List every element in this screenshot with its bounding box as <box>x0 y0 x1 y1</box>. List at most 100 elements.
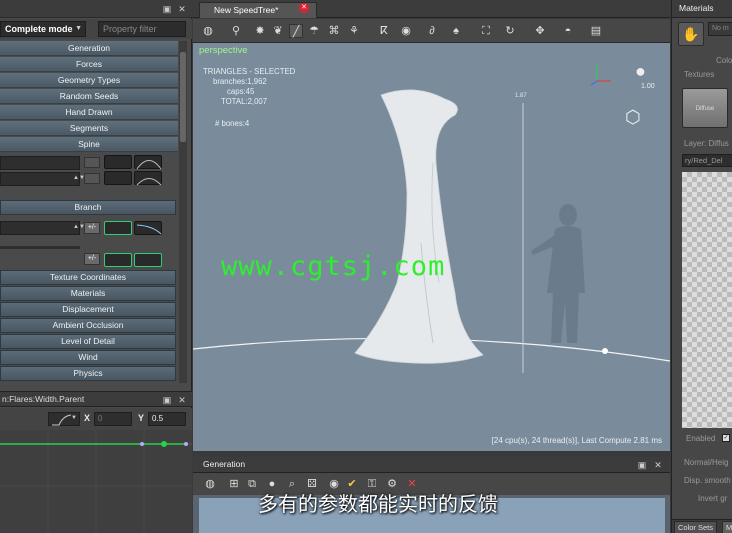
generation-panel-title: Generation <box>203 459 246 469</box>
curve-preview[interactable] <box>104 171 132 185</box>
float-panel-icon[interactable]: ▣ <box>162 395 172 405</box>
close-icon[interactable]: ✕ <box>177 395 187 405</box>
stepper-icon[interactable]: ▲▼ <box>73 173 85 183</box>
section-materials[interactable]: Materials <box>0 286 176 301</box>
plus-minus-button[interactable]: +/- <box>84 222 100 234</box>
section-displacement[interactable]: Displacement <box>0 302 176 317</box>
property-field[interactable] <box>0 156 80 170</box>
property-filter-input[interactable]: Property filter <box>98 21 186 37</box>
menu-item-spine[interactable]: Spine <box>0 137 178 152</box>
diffuse-texture-slot[interactable]: Diffuse <box>682 88 728 128</box>
generator-icon[interactable]: ⊞ <box>227 477 241 491</box>
curve-editor-header: n:Flares:Width.Parent ▣ ✕ <box>0 391 192 407</box>
leaf-icon[interactable]: ✸ <box>253 24 267 38</box>
disp-smooth-label: Disp. smooth <box>684 476 731 485</box>
lasso-icon[interactable]: ∂ <box>425 24 439 38</box>
menu-item-generation[interactable]: Generation <box>0 41 178 56</box>
select-box-icon[interactable]: ⛶ <box>479 24 493 38</box>
video-subtitle: 多有的参数都能实时的反馈 <box>258 494 498 516</box>
chevron-down-icon: ▼ <box>75 25 82 32</box>
tab-color-sets[interactable]: Color Sets <box>674 521 718 533</box>
zoom-level: 1.00 <box>641 83 655 90</box>
curve-editor-canvas[interactable] <box>0 430 192 533</box>
close-icon[interactable]: ✕ <box>653 460 663 470</box>
scene-render <box>193 65 670 373</box>
curve-editor-toolbar: ▼ X 0 Y 0.5 <box>0 408 192 430</box>
section-ambient-occlusion[interactable]: Ambient Occlusion <box>0 318 176 333</box>
float-panel-icon[interactable]: ▣ <box>637 460 647 470</box>
move-icon[interactable]: ✥ <box>533 24 547 38</box>
curve-path-label: n:Flares:Width.Parent <box>2 394 85 404</box>
wand-icon[interactable]: ⌘ <box>327 24 341 38</box>
section-wind[interactable]: Wind <box>0 350 176 365</box>
material-select[interactable]: No m <box>708 22 732 36</box>
materials-panel-title: Materials <box>672 0 732 18</box>
property-panel-titlebar: ▣ ✕ <box>0 0 192 18</box>
umbrella-icon[interactable]: ☂ <box>307 24 321 38</box>
branch-field[interactable] <box>0 221 80 235</box>
compute-status: [24 cpu(s), 24 thread(s)], Last Compute … <box>491 436 662 445</box>
green-branch-icon[interactable]: ⴽ <box>377 24 391 38</box>
section-level-of-detail[interactable]: Level of Detail <box>0 334 176 349</box>
camera-icon[interactable]: ◓ <box>561 24 575 38</box>
plus-minus-button[interactable]: +/- <box>84 253 100 265</box>
section-texture-coordinates[interactable]: Texture Coordinates <box>0 270 176 285</box>
hand-icon[interactable]: ✋ <box>678 22 704 46</box>
branch-section-header[interactable]: Branch <box>0 200 176 215</box>
property-button[interactable] <box>84 173 100 184</box>
x-value-field[interactable]: 0 <box>94 412 132 426</box>
property-scrollbar-thumb[interactable] <box>180 52 186 142</box>
view-cube-icon[interactable]: ⬡ <box>625 107 641 128</box>
mode-select[interactable]: Complete mode ▼ <box>0 21 86 37</box>
curve-type-select[interactable]: ▼ <box>48 412 80 426</box>
rotate-icon[interactable]: ↻ <box>503 24 517 38</box>
zoom-bulb-icon[interactable]: ● <box>635 61 646 82</box>
curve-preview[interactable] <box>104 155 132 169</box>
curve-preview[interactable] <box>104 253 132 267</box>
texture-path-field[interactable]: ry/Red_Del <box>682 154 732 167</box>
menu-item-forces[interactable]: Forces <box>0 57 178 72</box>
branch-tool-icon[interactable]: ⚘ <box>347 24 361 38</box>
invert-label: Invert gr <box>698 494 728 503</box>
section-physics[interactable]: Physics <box>0 366 176 381</box>
draw-branch-icon[interactable]: ╱ <box>289 24 303 38</box>
curve-graph <box>0 430 192 533</box>
materials-panel: Materials ✋ No m Colo Textures Diffuse L… <box>671 0 732 533</box>
tab-materials[interactable]: M <box>722 521 732 533</box>
3d-viewport[interactable]: perspective TRIANGLES - SELECTED branche… <box>193 43 670 451</box>
enabled-label: Enabled <box>686 434 716 443</box>
slider-track[interactable] <box>0 246 80 249</box>
display-options-icon[interactable]: ▤ <box>589 24 603 38</box>
frond-icon[interactable]: ❦ <box>271 24 285 38</box>
curve-preview[interactable] <box>134 253 162 267</box>
color-label: Colo <box>716 56 732 65</box>
enabled-checkbox[interactable]: ✓ <box>722 434 730 442</box>
x-label: X <box>84 413 91 423</box>
paint-icon[interactable]: ♠ <box>449 24 463 38</box>
curve-preview[interactable] <box>134 221 162 235</box>
eye-icon[interactable]: ◉ <box>399 24 413 38</box>
watermark: www.cgtsj.com <box>221 251 446 282</box>
texture-preview <box>682 172 732 428</box>
globe-icon[interactable]: ◍ <box>201 24 215 38</box>
float-panel-icon[interactable]: ▣ <box>162 4 172 14</box>
layer-label: Layer: Diffus <box>684 139 729 148</box>
menu-item-hand-drawn[interactable]: Hand Drawn <box>0 105 178 120</box>
menu-item-segments[interactable]: Segments <box>0 121 178 136</box>
curve-preview[interactable] <box>104 221 132 235</box>
globe-icon[interactable]: ◍ <box>203 477 217 491</box>
stepper-icon[interactable]: ▲▼ <box>73 222 85 232</box>
curve-preview[interactable] <box>134 171 162 186</box>
close-icon[interactable]: ✕ <box>177 4 187 14</box>
menu-item-geometry-types[interactable]: Geometry Types <box>0 73 178 88</box>
menu-item-random-seeds[interactable]: Random Seeds <box>0 89 178 104</box>
close-tab-icon[interactable]: ✕ <box>299 3 309 13</box>
pole-height-label: 1.87 <box>515 93 527 99</box>
y-value-field[interactable]: 0.5 <box>148 412 186 426</box>
property-field[interactable] <box>0 172 80 186</box>
curve-preview[interactable] <box>134 155 162 170</box>
link-icon[interactable]: ⧉ <box>245 477 259 491</box>
right-panel-tabs: Color Sets M <box>672 519 732 533</box>
property-button[interactable] <box>84 157 100 168</box>
tree-nodes-icon[interactable]: ⚲ <box>229 24 243 38</box>
